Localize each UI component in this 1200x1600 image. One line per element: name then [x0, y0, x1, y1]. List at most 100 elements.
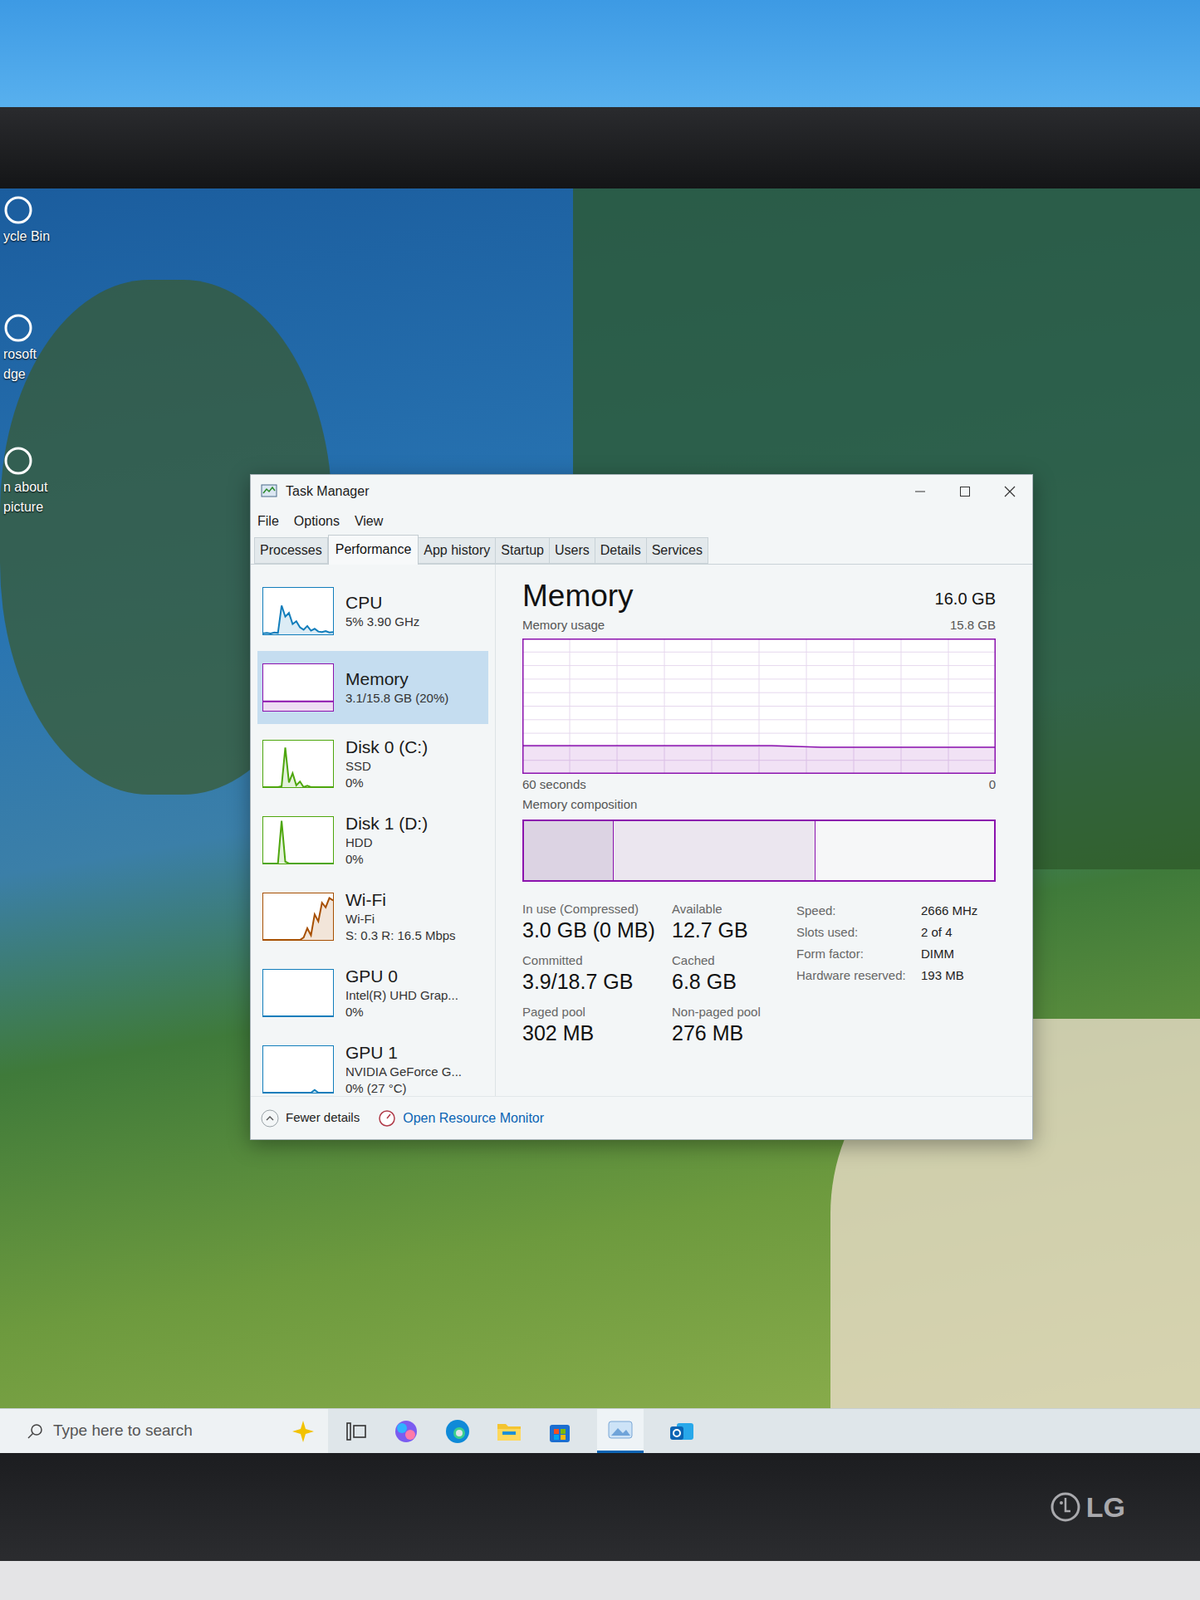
usage-label: Memory usage — [522, 616, 605, 636]
resource-monitor-icon — [377, 1109, 397, 1128]
search-icon — [26, 1423, 44, 1440]
sidebar-item[interactable]: Memory3.1/15.8 GB (20%) — [257, 651, 489, 725]
file-explorer-icon[interactable] — [495, 1420, 523, 1444]
sidebar-item-detail: NVIDIA GeForce G... — [345, 1063, 462, 1081]
composition-segment[interactable] — [613, 821, 816, 881]
maximize-icon — [960, 486, 970, 497]
sidebar-item-detail: 0% — [345, 1004, 459, 1021]
sidebar-item-detail: 0% — [345, 774, 428, 792]
copilot-icon[interactable] — [392, 1418, 420, 1445]
photo: ycle Bin rosoftdge n aboutpicture Task Mana… — [0, 0, 1200, 1600]
stat-label: Committed — [522, 953, 672, 969]
minimize-icon — [915, 486, 926, 497]
sidebar-item[interactable]: Disk 1 (D:)HDD0% — [257, 803, 489, 877]
maximize-button[interactable] — [942, 475, 988, 509]
close-button[interactable] — [987, 475, 1033, 509]
desktop-icon[interactable]: rosoftdge — [3, 313, 37, 383]
zero-axis-label: 0 — [989, 775, 996, 795]
chevron-up-circle-icon — [260, 1109, 280, 1128]
stat: Available12.7 GB — [671, 901, 789, 944]
desktop-icon[interactable]: n aboutpicture — [3, 445, 48, 516]
graph-thumbnail-icon — [262, 1045, 334, 1094]
memory-panel: Memory16.0 GBMemory usage15.8 GB60 secon… — [495, 564, 1033, 1097]
desktop-shortcut-icon — [3, 445, 34, 476]
menu-item[interactable]: Options — [293, 508, 340, 535]
tab[interactable]: App history — [418, 537, 496, 564]
stat-value: 12.7 GB — [671, 916, 789, 944]
stat-value: 302 MB — [522, 1019, 672, 1047]
graph-thumbnail-icon — [262, 816, 334, 865]
memory-stats: In use (Compressed)3.0 GB (0 MB)Availabl… — [522, 901, 789, 1047]
stat-label: In use (Compressed) — [522, 901, 672, 917]
stat-value: 3.9/18.7 GB — [522, 968, 672, 995]
desktop-icon-label: picture — [3, 499, 44, 516]
desktop-icon[interactable]: ycle Bin — [3, 195, 50, 245]
menu-item[interactable]: View — [354, 508, 383, 535]
sidebar-item-detail: 0% — [345, 851, 428, 868]
outlook-icon[interactable] — [668, 1418, 696, 1445]
task-view-icon[interactable] — [344, 1420, 368, 1444]
stat-value: 276 MB — [671, 1019, 789, 1047]
stat-value: 6.8 GB — [671, 968, 789, 995]
usage-axis-max: 15.8 GB — [950, 616, 996, 636]
menu-bar: File Options View — [250, 508, 1033, 535]
monitor-brand: LG — [1086, 1486, 1126, 1529]
composition-label: Memory composition — [522, 795, 1013, 815]
sidebar-item-name: GPU 0 — [345, 965, 459, 988]
monitor-logo: LG — [1049, 1486, 1126, 1529]
stat-value: 3.0 GB (0 MB) — [522, 916, 672, 944]
fewer-details-label: Fewer details — [285, 1108, 360, 1128]
spec-label: Hardware reserved: — [796, 966, 921, 985]
desktop-icon-label: rosoft — [3, 346, 37, 363]
sidebar-item[interactable]: CPU5% 3.90 GHz — [257, 574, 489, 648]
tab[interactable]: Processes — [254, 537, 329, 564]
sidebar-item-detail: HDD — [345, 834, 428, 852]
spec-label: Form factor: — [796, 945, 921, 964]
sidebar-item-name: Disk 0 (C:) — [345, 736, 428, 759]
tab[interactable]: Services — [646, 537, 709, 564]
sidebar-item[interactable]: GPU 0Intel(R) UHD Grap...0% — [257, 956, 489, 1030]
sidebar-item-detail: Intel(R) UHD Grap... — [345, 987, 459, 1005]
stat: Non-paged pool276 MB — [671, 1004, 789, 1047]
title-bar[interactable]: Task Manager — [250, 475, 1033, 509]
sidebar-item-detail: 5% 3.90 GHz — [345, 613, 420, 631]
close-icon — [1004, 485, 1016, 498]
desktop-icon-label: ycle Bin — [3, 228, 50, 245]
sidebar-item-detail: 3.1/15.8 GB (20%) — [345, 690, 449, 707]
resource-monitor-link[interactable]: Open Resource Monitor — [377, 1108, 544, 1129]
spec-value: 193 MB — [920, 966, 978, 985]
composition-segment[interactable] — [524, 821, 614, 881]
task-manager-window[interactable]: Task ManagerFile Options View ProcessesPerf… — [249, 474, 1034, 1141]
spec-value: 2 of 4 — [920, 923, 978, 942]
stat: Committed3.9/18.7 GB — [522, 953, 672, 995]
menu-item[interactable]: File — [257, 508, 280, 535]
photos-app-active[interactable] — [597, 1409, 644, 1454]
content: CPU5% 3.90 GHzMemory3.1/15.8 GB (20%)Dis… — [250, 564, 1033, 1097]
fewer-details-button[interactable]: Fewer details — [260, 1108, 360, 1128]
tab[interactable]: Details — [595, 537, 647, 564]
composition-segment[interactable] — [815, 821, 995, 881]
minimize-button[interactable] — [897, 475, 943, 509]
tab[interactable]: Users — [549, 537, 596, 564]
sidebar-item-name: Wi-Fi — [345, 889, 456, 912]
resource-monitor-label: Open Resource Monitor — [402, 1108, 544, 1129]
sidebar-item[interactable]: GPU 1NVIDIA GeForce G...0% (27 °C) — [257, 1033, 489, 1107]
panel-title: Memory — [522, 577, 634, 615]
store-icon[interactable] — [547, 1419, 573, 1445]
sidebar-item-detail: 0% (27 °C) — [345, 1080, 462, 1098]
spec-value: DIMM — [920, 945, 978, 964]
sidebar-item[interactable]: Disk 0 (C:)SSD0% — [257, 727, 489, 801]
sidebar-item-name: Disk 1 (D:) — [345, 813, 428, 835]
tab[interactable]: Performance — [328, 534, 420, 565]
search-box[interactable]: Type here to search — [0, 1409, 329, 1454]
graph-thumbnail-icon — [262, 587, 334, 636]
sidebar-item-name: CPU — [345, 592, 420, 614]
edge-icon[interactable] — [444, 1418, 471, 1445]
memory-usage-chart — [522, 638, 996, 774]
sidebar: CPU5% 3.90 GHzMemory3.1/15.8 GB (20%)Dis… — [250, 564, 496, 1097]
wall — [0, 0, 1200, 108]
stat-label: Cached — [671, 953, 789, 969]
tab[interactable]: Startup — [495, 537, 550, 564]
photos-icon — [607, 1419, 634, 1441]
sidebar-item[interactable]: Wi-FiWi-FiS: 0.3 R: 16.5 Mbps — [257, 880, 489, 954]
